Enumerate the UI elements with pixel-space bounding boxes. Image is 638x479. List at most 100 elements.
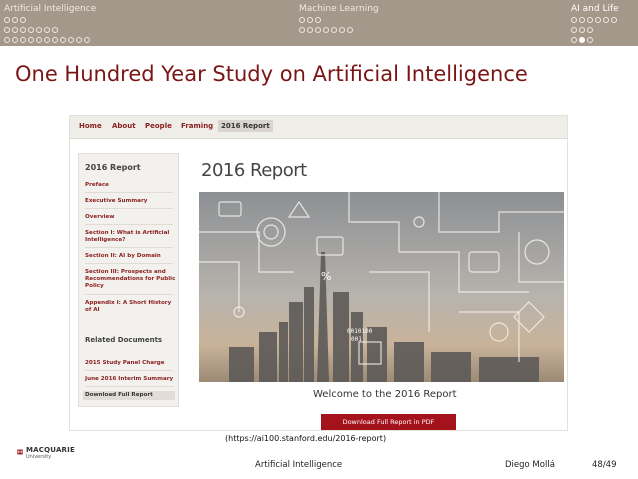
sidebar-item-overview[interactable]: Overview — [85, 214, 177, 221]
sidebar-item-executive-summary[interactable]: Executive Summary — [85, 198, 177, 205]
nav-dot[interactable] — [20, 27, 26, 33]
nav-dot[interactable] — [331, 27, 337, 33]
nav-dot[interactable] — [587, 37, 593, 43]
nav-dot-row — [4, 25, 96, 35]
website-nav-people[interactable]: People — [145, 122, 172, 130]
nav-dot[interactable] — [28, 27, 34, 33]
website-nav-bar: Home About People Framing 2016 Report — [70, 116, 567, 139]
logo-subtitle: University — [26, 454, 52, 460]
website-screenshot: Home About People Framing 2016 Report 20… — [69, 115, 568, 431]
nav-dot[interactable] — [603, 17, 609, 23]
nav-section-machine-learning[interactable]: Machine Learning — [299, 3, 379, 35]
divider — [85, 224, 173, 225]
nav-dot[interactable] — [20, 37, 26, 43]
nav-section-title[interactable]: Artificial Intelligence — [4, 3, 96, 15]
nav-dot-row — [4, 15, 96, 25]
nav-dot[interactable] — [339, 27, 345, 33]
nav-dot[interactable] — [579, 17, 585, 23]
nav-dot[interactable] — [299, 27, 305, 33]
nav-dot[interactable] — [4, 27, 10, 33]
slide-title: One Hundred Year Study on Artificial Int… — [15, 62, 528, 86]
sidebar-item-preface[interactable]: Preface — [85, 182, 177, 189]
nav-dot[interactable] — [571, 27, 577, 33]
nav-dot-row — [299, 25, 379, 35]
source-url-caption[interactable]: (https://ai100.stanford.edu/2016-report) — [225, 434, 386, 443]
sidebar-heading: 2016 Report — [85, 163, 141, 172]
website-nav-about[interactable]: About — [112, 122, 136, 130]
divider — [85, 294, 173, 295]
website-nav-2016-report[interactable]: 2016 Report — [218, 120, 273, 132]
nav-dot[interactable] — [4, 37, 10, 43]
nav-dot[interactable] — [307, 27, 313, 33]
nav-dot[interactable] — [28, 37, 34, 43]
divider — [85, 370, 173, 371]
footer-page-number: 48/49 — [592, 460, 617, 470]
divider — [85, 192, 173, 193]
related-item-download-full-report[interactable]: Download Full Report — [83, 391, 175, 400]
website-sidebar: 2016 Report Preface Executive Summary Ov… — [78, 153, 179, 407]
nav-dot[interactable] — [20, 17, 26, 23]
nav-dot[interactable] — [611, 17, 617, 23]
footer-author: Diego Mollá — [505, 460, 555, 470]
nav-dot[interactable] — [52, 37, 58, 43]
nav-dot[interactable] — [44, 27, 50, 33]
nav-dot[interactable] — [76, 37, 82, 43]
nav-dot-row — [4, 35, 96, 45]
related-item-2015-charge[interactable]: 2015 Study Panel Charge — [85, 360, 177, 367]
nav-dot[interactable] — [36, 27, 42, 33]
nav-dot-row — [571, 15, 619, 25]
divider — [85, 208, 173, 209]
hero-binary-1: 0010100 — [347, 328, 373, 335]
logo-wordmark: MACQUARIE — [26, 446, 75, 454]
website-nav-home[interactable]: Home — [79, 122, 102, 130]
divider — [85, 386, 173, 387]
nav-dot[interactable] — [315, 17, 321, 23]
nav-section-title[interactable]: AI and Life — [571, 3, 619, 15]
nav-dot[interactable] — [299, 17, 305, 23]
nav-section-ai-and-life[interactable]: AI and Life — [571, 3, 619, 45]
nav-dot-row — [571, 35, 619, 45]
nav-dot[interactable] — [52, 27, 58, 33]
website-nav-framing[interactable]: Framing — [181, 122, 213, 130]
nav-section-title[interactable]: Machine Learning — [299, 3, 379, 15]
welcome-heading: Welcome to the 2016 Report — [313, 389, 457, 400]
hero-illustration: % 0010100 001 — [199, 192, 564, 382]
footer-presentation-title: Artificial Intelligence — [255, 460, 343, 470]
nav-section-artificial-intelligence[interactable]: Artificial Intelligence — [4, 3, 96, 45]
section-navigation-bar: Artificial Intelligence Machine Learning… — [0, 0, 638, 46]
hero-percent-symbol: % — [321, 270, 331, 283]
nav-dot[interactable] — [595, 17, 601, 23]
divider — [85, 263, 173, 264]
nav-dot-row — [299, 15, 379, 25]
nav-dot-row — [571, 25, 619, 35]
nav-dot[interactable] — [12, 37, 18, 43]
sidebar-item-section-3[interactable]: Section III: Prospects and Recommendatio… — [85, 269, 177, 290]
sidebar-item-appendix-1[interactable]: Appendix I: A Short History of AI — [85, 300, 177, 314]
nav-dot[interactable] — [68, 37, 74, 43]
nav-dot-current[interactable] — [579, 37, 585, 43]
nav-dot[interactable] — [571, 17, 577, 23]
divider — [85, 247, 173, 248]
nav-dot[interactable] — [315, 27, 321, 33]
nav-dot[interactable] — [323, 27, 329, 33]
nav-dot[interactable] — [60, 37, 66, 43]
nav-dot[interactable] — [587, 17, 593, 23]
nav-dot[interactable] — [571, 37, 577, 43]
nav-dot[interactable] — [587, 27, 593, 33]
nav-dot[interactable] — [36, 37, 42, 43]
nav-dot[interactable] — [579, 27, 585, 33]
hero-binary-2: 001 — [351, 336, 362, 343]
sidebar-item-section-2[interactable]: Section II: AI by Domain — [85, 253, 177, 260]
nav-dot[interactable] — [307, 17, 313, 23]
nav-dot[interactable] — [12, 17, 18, 23]
related-item-interim-summary[interactable]: June 2016 Interim Summary — [85, 376, 177, 383]
related-documents-heading: Related Documents — [85, 336, 163, 344]
download-pdf-button[interactable]: Download Full Report in PDF — [321, 414, 456, 430]
nav-dot[interactable] — [84, 37, 90, 43]
website-page-title: 2016 Report — [201, 160, 307, 181]
nav-dot[interactable] — [347, 27, 353, 33]
nav-dot[interactable] — [4, 17, 10, 23]
nav-dot[interactable] — [12, 27, 18, 33]
sidebar-item-section-1[interactable]: Section I: What is Artificial Intelligen… — [85, 230, 177, 244]
nav-dot[interactable] — [44, 37, 50, 43]
